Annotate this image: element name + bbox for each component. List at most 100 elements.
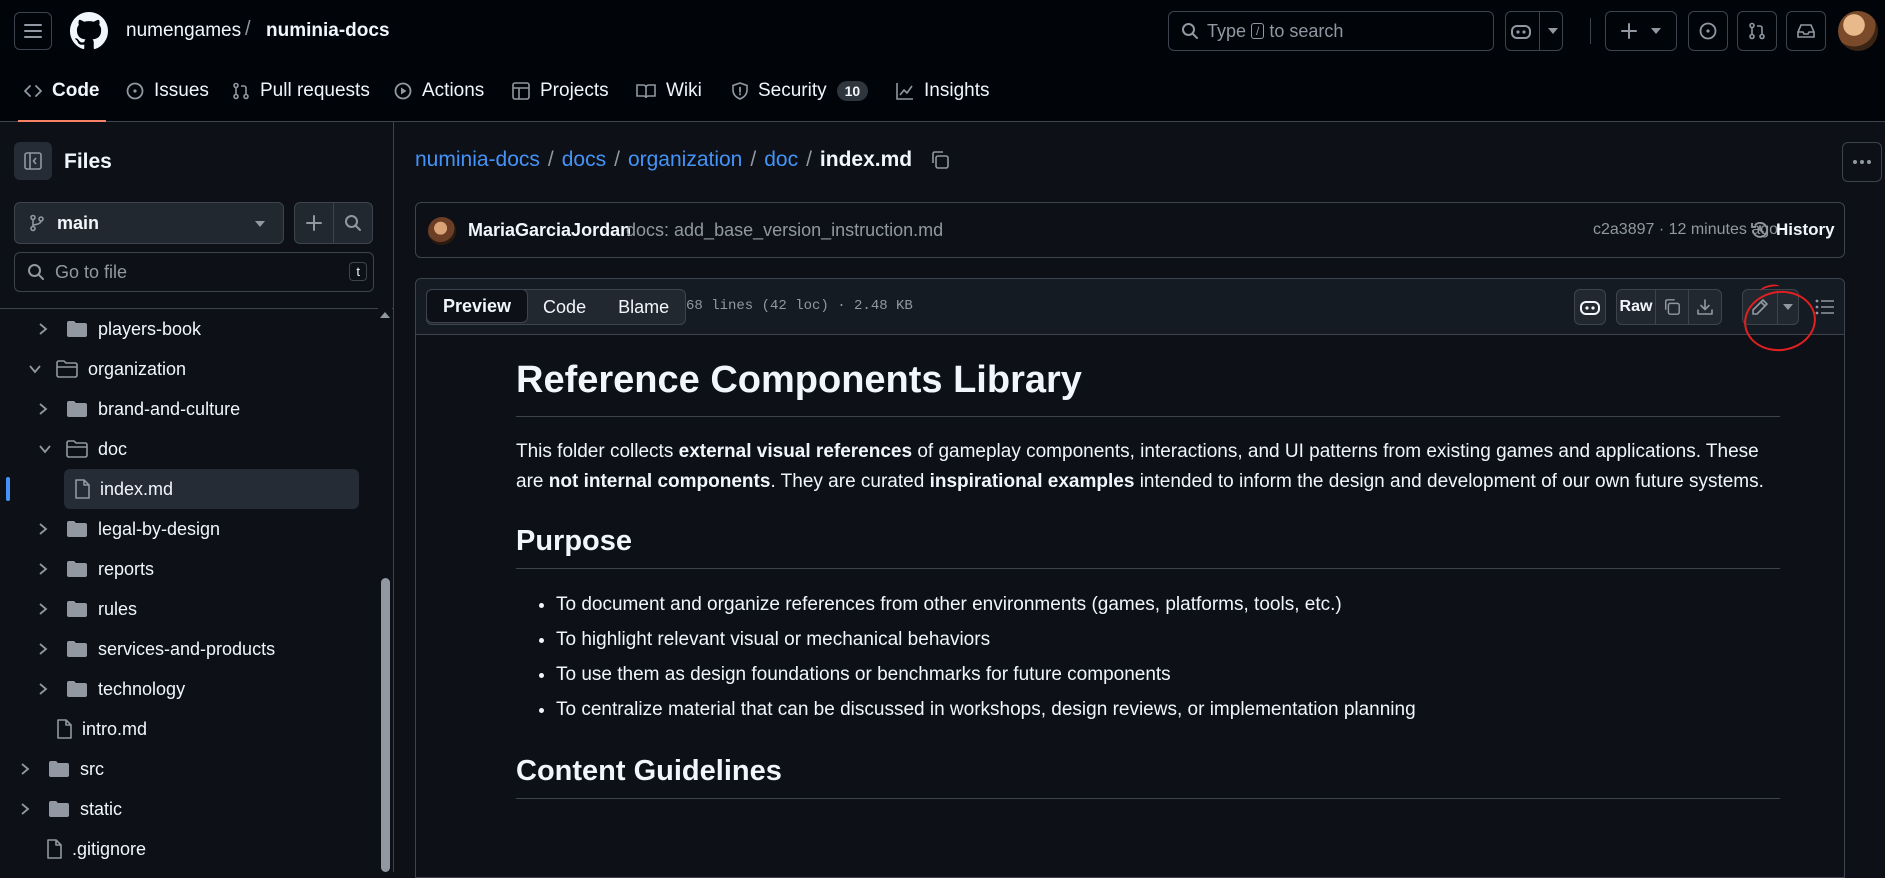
search-input[interactable]: Type / to search (1168, 11, 1494, 51)
collapse-sidebar-button[interactable] (14, 142, 52, 180)
history-button[interactable]: History (1750, 220, 1835, 240)
tree-item-gitignore[interactable]: .gitignore (46, 829, 394, 869)
github-logo-icon[interactable] (70, 12, 108, 50)
download-icon (1697, 299, 1713, 315)
folder-icon (66, 600, 88, 618)
go-to-file-placeholder: Go to file (55, 261, 128, 282)
header-divider (1590, 18, 1591, 44)
folder-icon (66, 560, 88, 578)
file-tree-sidebar: Files main Go to file t players-book org… (0, 122, 394, 872)
tree-item-label: legal-by-design (98, 518, 221, 539)
menu-button[interactable] (14, 12, 52, 50)
plus-icon (306, 215, 322, 231)
tree-item-static[interactable]: static (20, 789, 394, 829)
chevron-down-icon (38, 444, 54, 454)
tab-blame[interactable]: Blame (602, 290, 685, 324)
tree-item-reports[interactable]: reports (38, 549, 394, 589)
user-avatar[interactable] (1838, 11, 1878, 51)
tree-item-src[interactable]: src (20, 749, 394, 789)
main-content: numinia-docs / docs / organization / doc… (395, 122, 1885, 878)
file-icon (74, 479, 90, 499)
tree-item-organization[interactable]: organization (28, 349, 394, 389)
repo-owner-link[interactable]: numengames (126, 20, 241, 42)
pull-requests-button[interactable] (1737, 11, 1777, 51)
copy-raw-button[interactable] (1655, 289, 1689, 325)
git-branch-icon (29, 214, 45, 232)
book-icon (636, 83, 656, 99)
tab-issues[interactable]: Issues (126, 60, 209, 122)
sidebar-scroll-thumb[interactable] (381, 578, 390, 872)
tab-actions[interactable]: Actions (394, 60, 484, 122)
breadcrumb-current-file: index.md (819, 148, 913, 171)
tree-item-technology[interactable]: technology (38, 669, 394, 709)
tree-item-index-md[interactable]: index.md (0, 469, 394, 509)
go-to-file-input[interactable]: Go to file t (14, 252, 374, 292)
add-file-button[interactable] (294, 202, 334, 244)
code-icon (24, 84, 42, 98)
tree-item-intro-md[interactable]: intro.md (56, 709, 394, 749)
inbox-button[interactable] (1786, 11, 1826, 51)
issue-opened-icon (126, 82, 144, 100)
folder-icon (66, 400, 88, 418)
text-run: intended to inform the design and develo… (1134, 471, 1764, 492)
tab-code-view[interactable]: Code (527, 290, 602, 324)
tree-item-rules[interactable]: rules (38, 589, 394, 629)
breadcrumb-separator: / (806, 148, 812, 171)
tab-preview[interactable]: Preview (426, 289, 529, 323)
branch-selector[interactable]: main (14, 202, 284, 244)
breadcrumb-link-repo[interactable]: numinia-docs (415, 148, 540, 172)
copilot-icon (1510, 25, 1531, 39)
file-header: Preview Code Blame 68 lines (42 loc) · 2… (416, 279, 1844, 356)
file-stats: 68 lines (42 loc) · 2.48 KB (686, 298, 913, 314)
latest-commit-bar: MariaGarciaJordan docs: add_base_version… (415, 202, 1845, 258)
breadcrumb-separator: / (614, 148, 620, 171)
tree-item-label: technology (98, 678, 186, 699)
tree-item-brand-and-culture[interactable]: brand-and-culture (38, 389, 394, 429)
search-icon (1181, 22, 1199, 40)
tab-pull-requests[interactable]: Pull requests (232, 60, 370, 122)
tab-security[interactable]: Security 10 (732, 60, 869, 122)
tree-item-label: index.md (100, 478, 174, 499)
issues-button[interactable] (1688, 11, 1728, 51)
tab-projects[interactable]: Projects (512, 60, 609, 122)
breadcrumb-link-organization[interactable]: organization (628, 148, 742, 172)
commit-message-link[interactable]: docs: add_base_version_instruction.md (626, 220, 943, 241)
tab-label: Actions (422, 80, 485, 101)
commit-author-avatar[interactable] (428, 217, 456, 245)
download-raw-button[interactable] (1688, 289, 1722, 325)
play-icon (394, 82, 412, 100)
tree-item-label: players-book (98, 318, 202, 339)
copy-path-icon[interactable] (930, 150, 950, 170)
search-icon (345, 215, 361, 231)
repo-name-link[interactable]: numinia-docs (266, 20, 390, 42)
raw-label: Raw (1619, 298, 1653, 315)
create-new-button[interactable] (1605, 11, 1677, 51)
tab-wiki[interactable]: Wiki (636, 60, 702, 122)
folder-icon (66, 320, 88, 338)
breadcrumb-link-doc[interactable]: doc (764, 148, 798, 172)
list-item: To highlight relevant visual or mechanic… (556, 622, 1780, 657)
history-icon (1750, 220, 1770, 240)
tree-item-services-and-products[interactable]: services-and-products (38, 629, 394, 669)
raw-button[interactable]: Raw (1616, 289, 1656, 325)
commit-author-link[interactable]: MariaGarciaJordan (468, 220, 631, 241)
copilot-button[interactable] (1505, 11, 1563, 51)
tree-item-label: services-and-products (98, 638, 276, 659)
tree-item-players-book[interactable]: players-book (38, 309, 394, 349)
tree-item-legal-by-design[interactable]: legal-by-design (38, 509, 394, 549)
chevron-down-icon (1547, 28, 1558, 34)
copilot-ask-button[interactable] (1574, 289, 1606, 325)
tab-insights[interactable]: Insights (896, 60, 989, 122)
list-item: To centralize material that can be discu… (556, 692, 1780, 727)
kebab-horizontal-icon (1853, 160, 1871, 164)
folder-icon (48, 760, 70, 778)
folder-open-icon (66, 440, 88, 458)
tab-label: Pull requests (260, 80, 370, 101)
breadcrumb-link-docs[interactable]: docs (562, 148, 606, 172)
more-options-button[interactable] (1842, 142, 1882, 182)
tab-code[interactable]: Code (18, 60, 105, 122)
go-to-file-shortcut-key: t (349, 262, 367, 281)
chevron-down-icon (1651, 28, 1661, 34)
tree-item-doc[interactable]: doc (38, 429, 394, 469)
search-files-button[interactable] (333, 202, 373, 244)
